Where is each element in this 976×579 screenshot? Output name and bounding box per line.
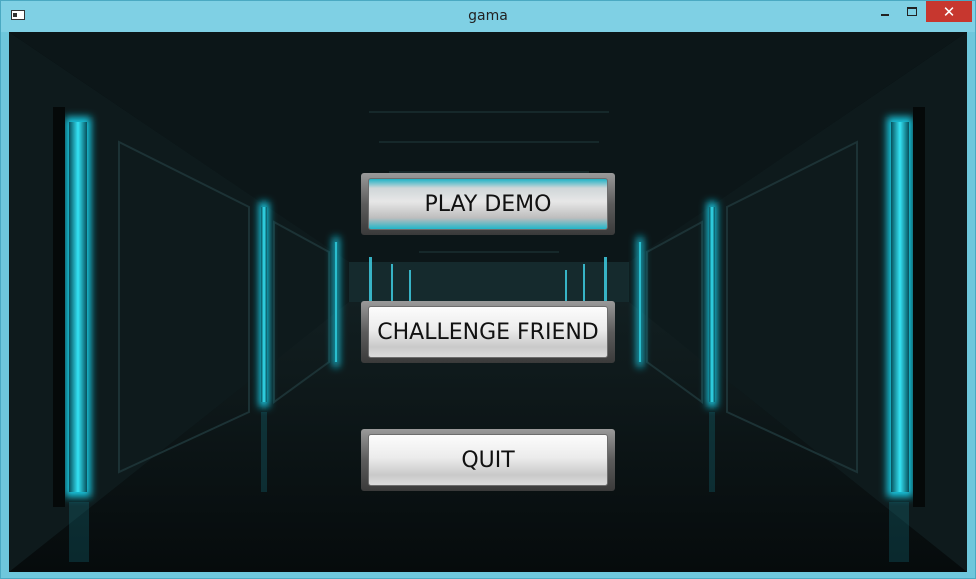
game-viewport: PLAY DEMO CHALLENGE FRIEND QUIT xyxy=(9,32,967,572)
challenge-friend-button[interactable]: CHALLENGE FRIEND xyxy=(361,301,615,363)
minimize-icon xyxy=(881,13,889,16)
challenge-friend-label: CHALLENGE FRIEND xyxy=(368,306,608,358)
quit-label: QUIT xyxy=(368,434,608,486)
play-demo-label: PLAY DEMO xyxy=(368,178,608,230)
close-icon: ✕ xyxy=(942,2,956,21)
maximize-button[interactable] xyxy=(899,1,925,22)
maximize-icon xyxy=(907,7,917,16)
play-demo-button[interactable]: PLAY DEMO xyxy=(361,173,615,235)
window-title: gama xyxy=(468,8,508,24)
minimize-button[interactable] xyxy=(871,1,899,22)
game-window: gama ✕ PLAY DEMO CHALLENGE FRIEND QUIT xyxy=(0,0,976,579)
title-bar[interactable]: gama ✕ xyxy=(1,1,975,32)
close-button[interactable]: ✕ xyxy=(926,1,972,22)
quit-button[interactable]: QUIT xyxy=(361,429,615,491)
